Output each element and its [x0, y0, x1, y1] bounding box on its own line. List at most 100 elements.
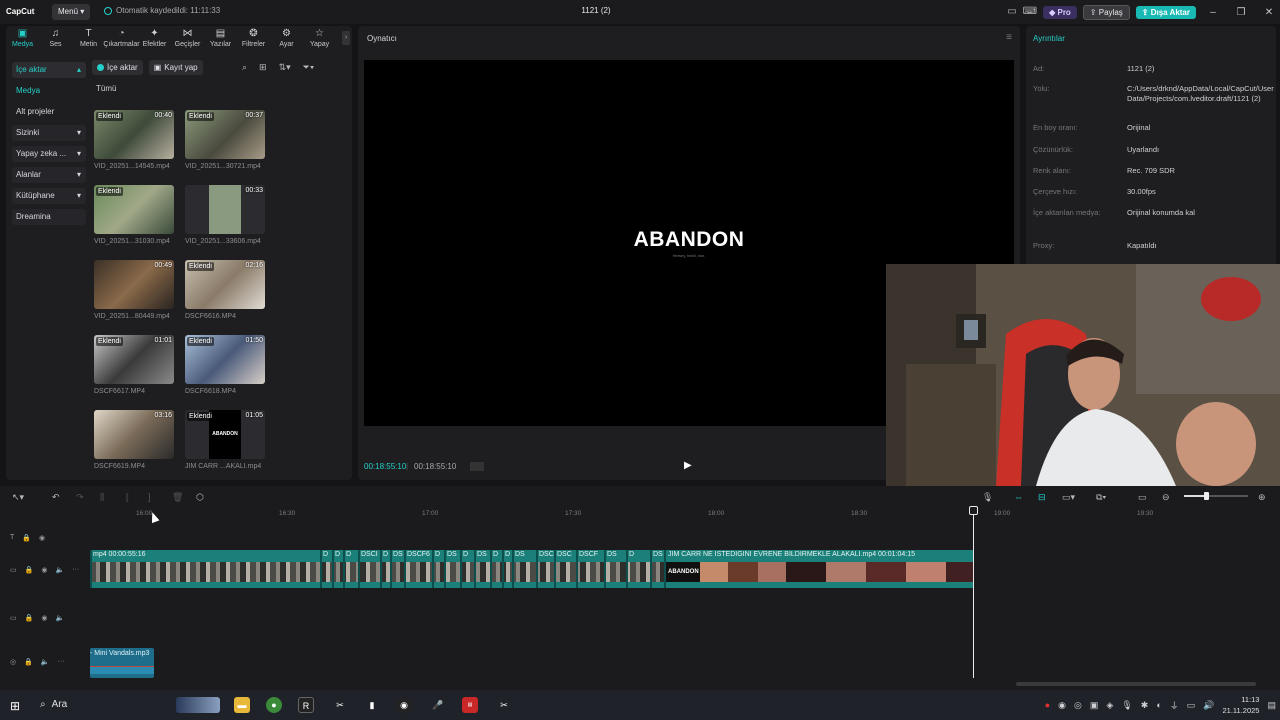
speaker-icon[interactable]: 🔈 [41, 658, 50, 666]
menu-icon[interactable]: ≡ [1006, 32, 1012, 43]
eye-icon[interactable]: ◉ [41, 614, 47, 622]
sidebar-item-import[interactable]: İçe aktar ▴ [12, 62, 86, 78]
track-settings-icon[interactable]: ⧉▾ [1096, 492, 1106, 503]
media-clip[interactable]: Eklendi 00:40 VID_20251...14545.mp4 [94, 110, 174, 170]
shortcuts-icon[interactable]: ⌨ [1023, 7, 1037, 17]
tab-stickers[interactable]: ◔ Çıkartmalar [103, 26, 139, 50]
timeline-clip[interactable]: DSC [554, 550, 572, 588]
zoom-in-icon[interactable]: ⊕ [1258, 492, 1266, 503]
pro-button[interactable]: ◆ Pro [1043, 5, 1077, 19]
eye-icon[interactable]: ◉ [41, 566, 47, 574]
notifications-icon[interactable]: ▤ [1267, 700, 1276, 711]
chrome-icon[interactable]: ● [266, 697, 282, 713]
timeline-scrollbar[interactable] [1016, 682, 1256, 686]
timeline-clip[interactable]: DSCF [650, 550, 663, 588]
sidebar-item-ai[interactable]: Yapay zeka ... ▾ [12, 146, 86, 162]
timeline-clip[interactable]: DSC [536, 550, 554, 588]
play-icon[interactable]: ▶ [684, 460, 692, 471]
close-icon[interactable]: ✕ [1258, 7, 1280, 18]
tray-app-icon[interactable]: ◐ [1156, 700, 1161, 710]
timeline-clip[interactable]: mp4 00:00:55:16 [90, 550, 146, 588]
mouse-app-icon[interactable]: ▮ [364, 697, 380, 713]
timeline-clip[interactable]: DS [444, 550, 457, 588]
sort-icon[interactable]: ⇅▾ [279, 62, 291, 73]
obs-icon[interactable]: ◉ [396, 697, 412, 713]
tab-transitions[interactable]: ⋈ Geçişler [171, 26, 204, 50]
timeline-clip[interactable]: D [380, 550, 388, 588]
media-clip[interactable]: Eklendi VID_20251...31030.mp4 [94, 185, 174, 245]
usb-icon[interactable]: ⏚ [1170, 699, 1179, 712]
taskbar-search[interactable]: ⌕ Ara [40, 699, 67, 710]
tab-adjust[interactable]: ⚙ Ayar [270, 26, 303, 50]
timecode-toggle[interactable] [470, 462, 484, 471]
select-tool-icon[interactable]: ↖▾ [12, 492, 24, 503]
split-icon[interactable]: ⫼ [100, 492, 104, 503]
record-tray-icon[interactable]: ● [1045, 700, 1050, 710]
filter-icon[interactable]: ⏷▾ [303, 62, 315, 73]
magnet-icon[interactable]: ⊟ [1038, 492, 1046, 503]
tab-text[interactable]: T Metin [72, 26, 105, 50]
windows-start-icon[interactable]: ⊞ [10, 699, 20, 713]
more-icon[interactable]: ··· [72, 566, 79, 574]
timeline-clip[interactable]: DS [474, 550, 487, 588]
search-icon[interactable]: ⌕ [242, 62, 247, 73]
timeline-clip[interactable]: DSCF [576, 550, 598, 588]
timeline-clip[interactable]: D [343, 550, 351, 588]
timeline-clip[interactable]: JİM CARR NE İSTEDİĞİNİ EVRENE BİLDİRMEKL… [664, 550, 915, 588]
timeline-clip[interactable]: D [502, 550, 510, 588]
link-icon[interactable]: ⇔ [1014, 492, 1023, 502]
zoom-slider[interactable] [1184, 492, 1248, 500]
sidebar-item-yours[interactable]: Sizinki ▾ [12, 125, 86, 141]
file-explorer-icon[interactable]: ▬ [234, 697, 250, 713]
video-editor-app-icon[interactable]: ▤ [462, 697, 478, 713]
filter-all-label[interactable]: Tümü [96, 84, 116, 93]
speaker-icon[interactable]: 🔈 [55, 566, 64, 574]
timeline-clip[interactable]: D [320, 550, 328, 588]
tray-app-icon[interactable]: ◈ [1106, 700, 1113, 711]
media-clip[interactable]: Eklendi 02:16 DSCF6616.MP4 [185, 260, 265, 320]
trim-left-icon[interactable]: [ [126, 492, 129, 502]
timeline-clip[interactable]: DS [390, 550, 403, 588]
tab-ai[interactable]: ☆ Yapay [303, 26, 336, 50]
trim-right-icon[interactable]: ] [148, 492, 151, 502]
r-app-icon[interactable]: R [298, 697, 314, 713]
export-button[interactable]: ⇪ Dışa Aktar [1135, 5, 1196, 19]
tab-effects[interactable]: ✦ Efektler [138, 26, 171, 50]
media-clip[interactable]: 00:33 VID_20251...33606.mp4 [185, 185, 265, 245]
volume-icon[interactable]: 🔊 [1203, 700, 1214, 711]
media-clip[interactable]: Eklendi 00:37 VID_20251...30721.mp4 [185, 110, 265, 170]
share-button[interactable]: ⇪ Paylaş [1082, 4, 1130, 20]
timeline-clip[interactable]: DS [512, 550, 525, 588]
zoom-out-icon[interactable]: ⊖ [1162, 492, 1170, 503]
media-clip[interactable]: 00:49 VID_20251...80449.mp4 [94, 260, 174, 320]
timeline-clip[interactable]: DSCI [358, 550, 378, 588]
microphone-icon[interactable]: 🎙 [982, 492, 993, 503]
main-video-track[interactable]: ABANDON mp4 00:00:55:16 D D D DSCI D DS … [90, 550, 974, 588]
playhead-line[interactable] [973, 508, 974, 678]
record-button[interactable]: ▣ Kayıt yap [148, 60, 203, 75]
microphone-app-icon[interactable]: 🎤 [430, 697, 446, 713]
tab-media[interactable]: ▣ Medya [6, 26, 39, 50]
minimize-icon[interactable]: – [1202, 7, 1224, 18]
timeline-clip[interactable]: DSCF6 [404, 550, 430, 588]
bluetooth-icon[interactable]: ✱ [1141, 700, 1149, 711]
sidebar-item-spaces[interactable]: Alanlar ▾ [12, 167, 86, 183]
media-clip[interactable]: Eklendi 01:50 DSCF6618.MP4 [185, 335, 265, 395]
timeline-clip[interactable]: D [432, 550, 440, 588]
timeline-clip[interactable]: D [332, 550, 340, 588]
timeline-clip[interactable]: D [626, 550, 634, 588]
tray-app-icon[interactable]: ◎ [1074, 700, 1082, 711]
sidebar-item-media[interactable]: Medya [12, 83, 86, 99]
tab-filters[interactable]: ❂ Filtreler [237, 26, 270, 50]
capcut-app-icon[interactable]: ✂ [332, 697, 348, 713]
network-icon[interactable]: ▭ [1187, 700, 1196, 711]
tab-captions[interactable]: ▤ Yazılar [204, 26, 237, 50]
screen-icon[interactable]: ▭ [1138, 492, 1147, 503]
timeline-clip[interactable]: DSCI [604, 550, 617, 588]
menu-button[interactable]: Menü ▾ [52, 4, 91, 20]
maximize-icon[interactable]: ❐ [1230, 7, 1252, 18]
sidebar-item-dreamina[interactable]: Dreamina [12, 209, 86, 225]
sidebar-item-subprojects[interactable]: Alt projeler [12, 104, 86, 120]
time-ruler[interactable]: 16:00 16:30 17:00 17:30 18:00 18:30 19:0… [90, 508, 1280, 522]
zoom-handle[interactable] [1204, 492, 1209, 500]
